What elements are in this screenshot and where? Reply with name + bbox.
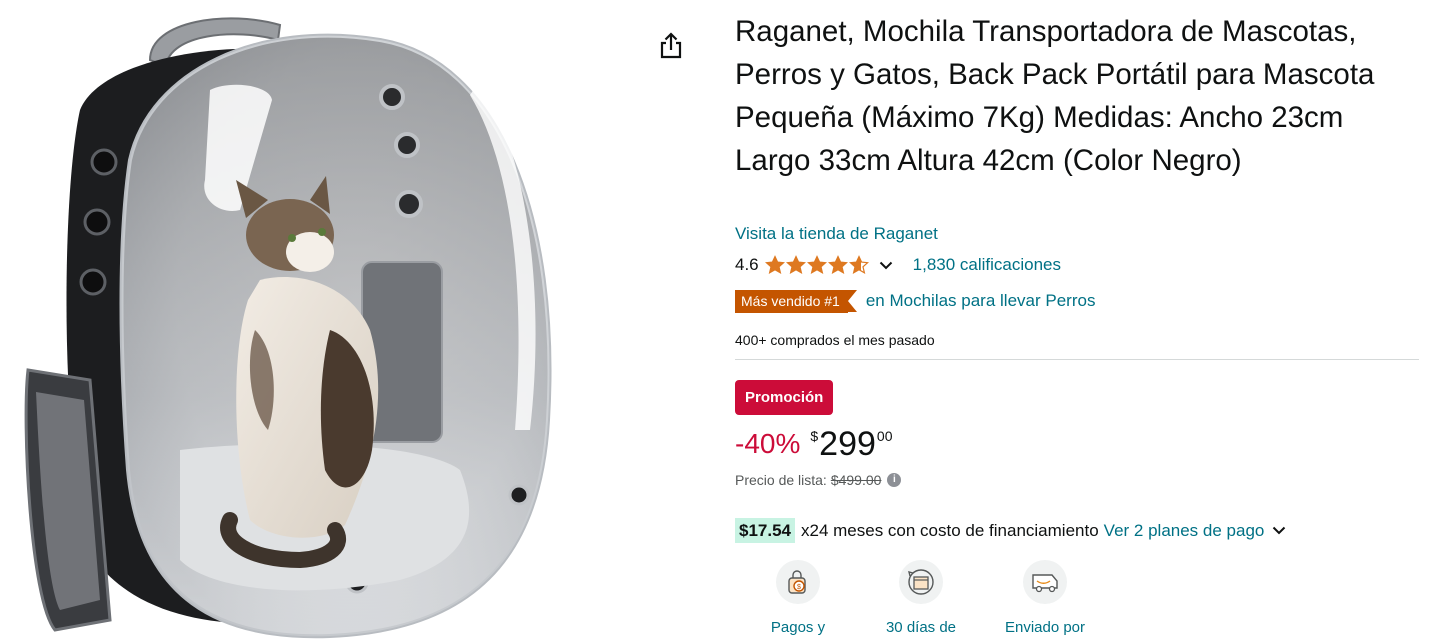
star-icon bbox=[764, 255, 785, 275]
rating-row: 4.6 1,830 calificaciones bbox=[735, 254, 1061, 276]
promotion-badge: Promoción bbox=[735, 380, 834, 415]
payment-plans-link[interactable]: Ver 2 planes de pago bbox=[1104, 521, 1265, 541]
list-price-value: $499.00 bbox=[830, 472, 882, 488]
star-icon bbox=[806, 255, 827, 275]
share-button[interactable] bbox=[656, 30, 686, 62]
plans-chevron-down-icon[interactable] bbox=[1270, 522, 1288, 540]
divider bbox=[735, 359, 1419, 360]
currency-symbol: $ bbox=[810, 428, 819, 444]
installment-amount: $17.54 bbox=[735, 518, 795, 543]
star-icon bbox=[827, 255, 848, 275]
discount-percent: -40% bbox=[735, 428, 801, 459]
star-icon bbox=[785, 255, 806, 275]
financing-row: $17.54 x24 meses con costo de financiami… bbox=[735, 518, 1288, 543]
bestseller-row: Más vendido #1 en Mochilas para llevar P… bbox=[735, 289, 1095, 313]
ratings-count-link[interactable]: 1,830 calificaciones bbox=[913, 255, 1061, 275]
product-image[interactable] bbox=[0, 0, 640, 644]
rating-value: 4.6 bbox=[735, 255, 759, 274]
feature-secure-payment-label: Pagos y bbox=[770, 619, 826, 636]
bought-last-month: 400+ comprados el mes pasado bbox=[735, 332, 935, 348]
product-title: Raganet, Mochila Transportadora de Masco… bbox=[735, 15, 1375, 177]
feature-returns[interactable]: 30 días de bbox=[858, 560, 984, 638]
feature-secure-payment[interactable]: $ Pagos y bbox=[735, 560, 861, 638]
feature-returns-label: 30 días de bbox=[885, 619, 957, 636]
bestseller-category-link[interactable]: en Mochilas para llevar Perros bbox=[866, 291, 1096, 311]
price-fraction: 00 bbox=[876, 428, 893, 444]
feature-shipping[interactable]: Enviado por bbox=[982, 560, 1108, 638]
info-icon[interactable]: i bbox=[887, 473, 902, 487]
price-row: -40% $ 299 00 bbox=[735, 420, 892, 468]
returns-box-icon bbox=[899, 560, 943, 604]
store-link[interactable]: Visita la tienda de Raganet bbox=[735, 224, 938, 244]
installment-months: x24 meses con costo de financiamiento bbox=[801, 520, 1099, 540]
feature-icons-row: $ Pagos y 30 días de Enviado por bbox=[735, 560, 1155, 644]
list-price-label: Precio de lista: bbox=[735, 472, 827, 488]
list-price: Precio de lista: $499.00 i bbox=[735, 472, 902, 488]
svg-text:$: $ bbox=[797, 584, 801, 591]
price-whole: 299 bbox=[819, 425, 876, 463]
rating-chevron-down-icon[interactable] bbox=[875, 254, 897, 276]
bestseller-badge[interactable]: Más vendido #1 bbox=[735, 289, 857, 313]
delivery-truck-icon bbox=[1023, 560, 1067, 604]
star-icon bbox=[848, 255, 869, 275]
share-icon bbox=[660, 32, 682, 59]
star-rating[interactable] bbox=[764, 255, 869, 275]
feature-shipping-label: Enviado por bbox=[1004, 619, 1086, 636]
secure-payment-icon: $ bbox=[776, 560, 820, 604]
